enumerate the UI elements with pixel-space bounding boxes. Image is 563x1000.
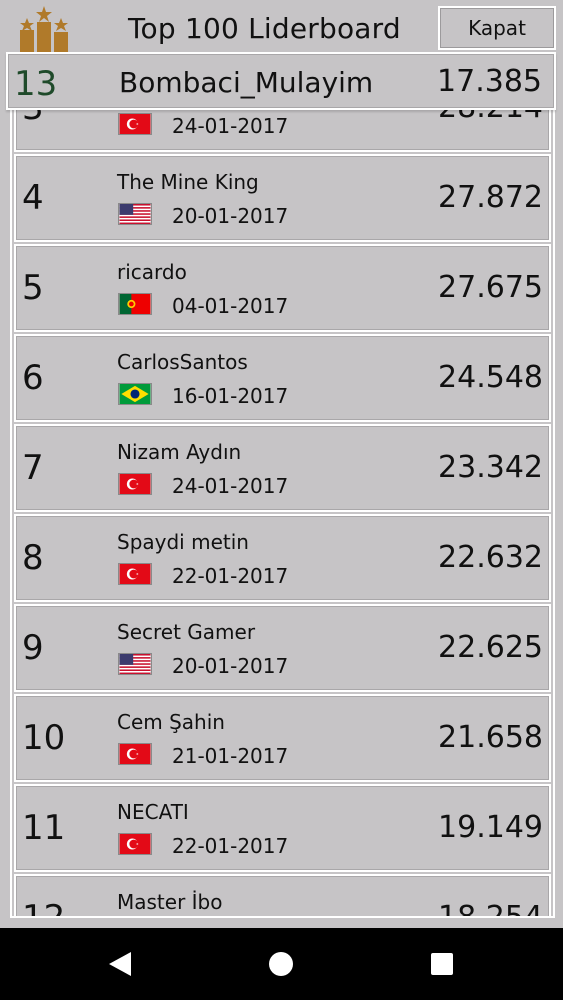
current-user-rank: 13 <box>14 64 58 104</box>
leaderboard-screen: Top 100 Liderboard Kapat 13 Bombaci_Mula… <box>0 0 563 928</box>
row-rank: 4 <box>22 178 44 218</box>
row-country-flag <box>118 293 152 315</box>
current-user-row: 13 Bombaci_Mulayim 17.385 <box>6 52 556 110</box>
flag-turkey-icon <box>119 834 151 854</box>
row-date: 22-01-2017 <box>172 834 289 858</box>
nav-home-button[interactable] <box>241 928 321 1000</box>
row-player-name: The Mine King <box>117 170 259 194</box>
leaderboard-row[interactable]: 3 24-01-2017 28.214 <box>14 110 551 152</box>
leaderboard-row[interactable]: 6 CarlosSantos 16-01-2017 24.548 <box>14 334 551 422</box>
recent-square-icon <box>431 953 453 975</box>
nav-recent-button[interactable] <box>402 928 482 1000</box>
back-triangle-icon <box>109 952 131 976</box>
leaderboard-row[interactable]: 12 Master İbo 18.254 <box>14 874 551 918</box>
leaderboard-row[interactable]: 10 Cem Şahin 21-01-2017 21.658 <box>14 694 551 782</box>
leaderboard-row[interactable]: 4 The Mine King 20-01-2017 27.872 <box>14 154 551 242</box>
leaderboard-row[interactable]: 7 Nizam Aydın 24-01-2017 23.342 <box>14 424 551 512</box>
row-player-name: Spaydi metin <box>117 530 249 554</box>
nav-back-button[interactable] <box>80 928 160 1000</box>
leaderboard-row[interactable]: 5 ricardo 04-01-2017 27.675 <box>14 244 551 332</box>
row-rank: 11 <box>22 808 66 848</box>
row-rank: 5 <box>22 268 44 308</box>
row-player-name: Master İbo <box>117 890 223 914</box>
row-score: 21.658 <box>438 720 543 755</box>
leaderboard-list[interactable]: 3 24-01-2017 28.214 4 The Mine King 20-01-201… <box>10 110 555 918</box>
page-title: Top 100 Liderboard <box>128 12 401 45</box>
row-country-flag <box>118 833 152 855</box>
row-country-flag <box>118 653 152 675</box>
flag-portugal-icon <box>119 294 151 314</box>
current-user-name: Bombaci_Mulayim <box>119 66 374 99</box>
row-date: 20-01-2017 <box>172 654 289 678</box>
row-rank: 3 <box>22 110 44 128</box>
leaderboard-row[interactable]: 8 Spaydi metin 22-01-2017 22.632 <box>14 514 551 602</box>
row-date: 22-01-2017 <box>172 564 289 588</box>
row-rank: 7 <box>22 448 44 488</box>
header-bar: Top 100 Liderboard Kapat <box>0 0 563 54</box>
row-score: 27.675 <box>438 270 543 305</box>
row-player-name: ricardo <box>117 260 187 284</box>
row-country-flag <box>118 203 152 225</box>
row-score: 28.214 <box>438 110 543 125</box>
row-score: 22.625 <box>438 630 543 665</box>
flag-turkey-icon <box>119 474 151 494</box>
home-circle-icon <box>269 952 293 976</box>
flag-turkey-icon <box>119 114 151 134</box>
row-country-flag <box>118 383 152 405</box>
row-date: 21-01-2017 <box>172 744 289 768</box>
row-player-name: Cem Şahin <box>117 710 225 734</box>
row-date: 04-01-2017 <box>172 294 289 318</box>
row-rank: 12 <box>22 898 66 918</box>
row-score: 24.548 <box>438 360 543 395</box>
row-score: 18.254 <box>438 900 543 918</box>
leaderboard-list-inner: 3 24-01-2017 28.214 4 The Mine King 20-01-201… <box>12 110 553 918</box>
flag-usa-icon <box>119 204 151 224</box>
leaderboard-row[interactable]: 9 Secret Gamer 20-01-2017 22.625 <box>14 604 551 692</box>
row-rank: 10 <box>22 718 66 758</box>
flag-usa-icon <box>119 654 151 674</box>
trophy-podium-icon <box>20 6 68 52</box>
row-date: 16-01-2017 <box>172 384 289 408</box>
row-score: 19.149 <box>438 810 543 845</box>
row-country-flag <box>118 743 152 765</box>
row-rank: 9 <box>22 628 44 668</box>
leaderboard-row[interactable]: 11 NECATI 22-01-2017 19.149 <box>14 784 551 872</box>
row-score: 22.632 <box>438 540 543 575</box>
row-date: 20-01-2017 <box>172 204 289 228</box>
row-score: 23.342 <box>438 450 543 485</box>
current-user-score: 17.385 <box>437 64 542 99</box>
row-country-flag <box>118 473 152 495</box>
row-player-name: Secret Gamer <box>117 620 256 644</box>
row-country-flag <box>118 113 152 135</box>
flag-turkey-icon <box>119 744 151 764</box>
row-date: 24-01-2017 <box>172 114 289 138</box>
close-button[interactable]: Kapat <box>438 6 556 50</box>
row-country-flag <box>118 563 152 585</box>
row-rank: 8 <box>22 538 44 578</box>
row-date: 24-01-2017 <box>172 474 289 498</box>
row-score: 27.872 <box>438 180 543 215</box>
flag-turkey-icon <box>119 564 151 584</box>
row-player-name: NECATI <box>117 800 189 824</box>
row-player-name: Nizam Aydın <box>117 440 242 464</box>
row-player-name: CarlosSantos <box>117 350 248 374</box>
flag-brazil-icon <box>119 384 151 404</box>
row-rank: 6 <box>22 358 44 398</box>
android-nav-bar <box>0 928 563 1000</box>
